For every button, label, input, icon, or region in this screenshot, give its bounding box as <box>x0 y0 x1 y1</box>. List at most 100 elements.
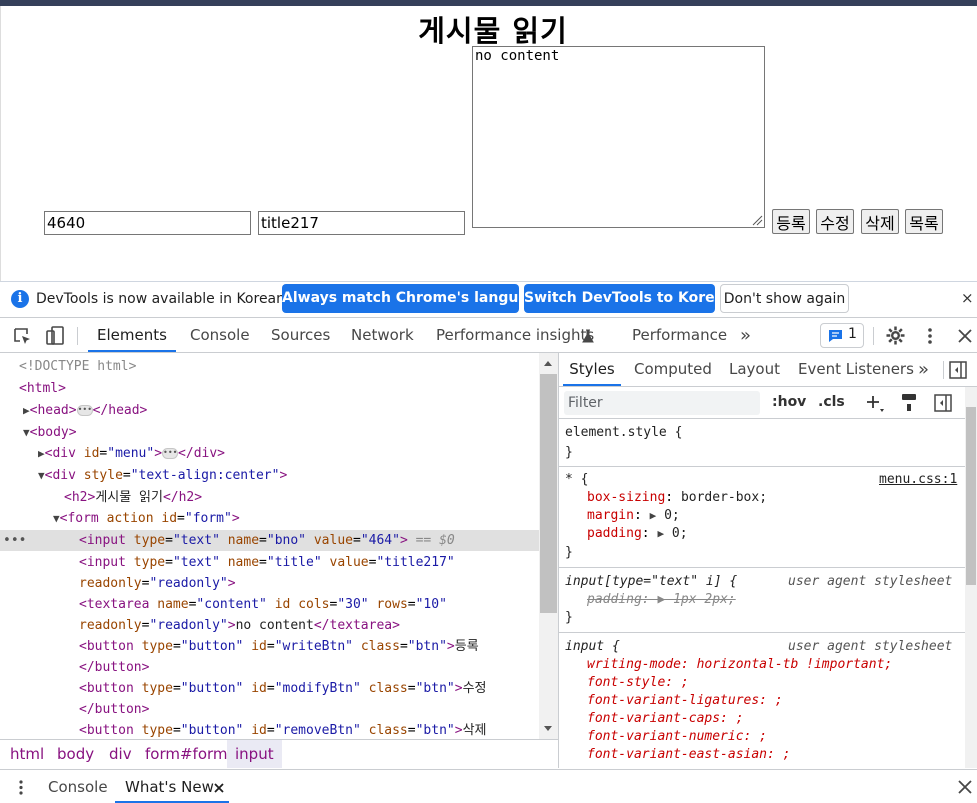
devtools-toolbar: Elements Console Sources Network Perform… <box>0 319 977 353</box>
toolbar-separator <box>943 361 944 379</box>
gear-icon[interactable] <box>886 326 905 345</box>
always-match-language-button[interactable]: Always match Chrome's language <box>282 284 547 313</box>
tree-line-write-btn-close[interactable]: </button> <box>79 657 149 678</box>
tree-line-body[interactable]: ▼<body> <box>23 422 77 443</box>
new-style-rule-icon[interactable] <box>865 394 885 414</box>
more-tabs-icon[interactable]: » <box>740 319 751 352</box>
tab-styles[interactable]: Styles <box>563 353 621 386</box>
issues-count: 1 <box>848 326 857 342</box>
styles-rules[interactable]: element.style { } * { menu.css:1 box-siz… <box>559 419 965 768</box>
write-button[interactable]: 등록 <box>772 209 810 234</box>
infobar-message: DevTools is now available in Korean! <box>36 291 291 307</box>
elements-breadcrumbs: html body div form#form input <box>0 739 558 768</box>
issues-icon <box>829 330 842 342</box>
collapse-triangle-icon[interactable]: ▼ <box>23 426 30 439</box>
list-button[interactable]: 목록 <box>905 209 943 234</box>
styles-filter-input[interactable]: Filter <box>564 391 760 415</box>
tab-computed[interactable]: Computed <box>634 353 712 386</box>
stylesheet-link[interactable]: menu.css:1 <box>879 471 957 489</box>
scroll-up-icon[interactable] <box>543 360 553 367</box>
tab-console[interactable]: Console <box>190 319 250 352</box>
toolbar-separator <box>873 327 874 345</box>
breadcrumb-div[interactable]: div <box>109 740 132 768</box>
tree-line-head[interactable]: ▶<head>•••</head> <box>23 400 147 421</box>
breadcrumb-input[interactable]: input <box>227 740 282 768</box>
hover-state-toggle[interactable]: :hov <box>772 394 806 410</box>
tree-line-remove-btn[interactable]: <button type="button" id="removeBtn" cla… <box>79 720 486 741</box>
element-style-rule[interactable]: element.style { } <box>559 419 965 467</box>
tree-line-textarea[interactable]: <textarea name="content" id cols="30" ro… <box>79 594 447 615</box>
device-toolbar-icon[interactable] <box>46 326 65 346</box>
elements-scrollbar-thumb[interactable] <box>540 374 557 613</box>
breadcrumb-body[interactable]: body <box>57 740 94 768</box>
tree-line-h2[interactable]: <h2>게시물 읽기</h2> <box>64 487 202 508</box>
inspect-element-icon[interactable] <box>13 327 32 346</box>
collapsed-ellipsis-icon[interactable]: ••• <box>76 405 93 416</box>
tree-line-input-title[interactable]: <input type="text" name="title" value="t… <box>79 552 455 573</box>
computed-sidebar-icon[interactable] <box>934 394 952 412</box>
close-drawer-icon[interactable] <box>958 780 972 794</box>
collapsed-ellipsis-icon[interactable]: ••• <box>162 448 179 459</box>
tab-performance[interactable]: Performance <box>632 319 727 352</box>
class-toggle[interactable]: .cls <box>818 394 845 410</box>
tree-line-html[interactable]: <html> <box>19 378 66 399</box>
breadcrumb-html[interactable]: html <box>10 740 44 768</box>
bno-input[interactable] <box>44 211 251 235</box>
tree-line-write-btn[interactable]: <button type="button" id="writeBtn" clas… <box>79 636 479 657</box>
close-tab-icon[interactable] <box>214 783 224 793</box>
dont-show-again-button[interactable]: Don't show again <box>720 284 849 313</box>
content-textarea[interactable]: no content <box>472 46 765 228</box>
expand-triangle-icon[interactable]: ▶ <box>23 404 30 417</box>
breadcrumb-form[interactable]: form#form <box>145 740 228 768</box>
tree-line-div-menu[interactable]: ▶<div id="menu">•••</div> <box>38 443 225 464</box>
collapse-triangle-icon[interactable]: ▼ <box>38 469 45 482</box>
window-top-strip <box>0 0 977 6</box>
close-devtools-icon[interactable] <box>958 329 972 343</box>
tree-line-form[interactable]: ▼<form action id="form"> <box>53 508 240 529</box>
tab-elements[interactable]: Elements <box>88 319 176 352</box>
drawer-tab-console[interactable]: Console <box>48 770 108 803</box>
tree-line-input-title-cont[interactable]: readonly="readonly"> <box>79 573 236 594</box>
page-title: 게시물 읽기 <box>418 14 568 48</box>
tab-network[interactable]: Network <box>351 319 414 352</box>
collapse-triangle-icon[interactable]: ▼ <box>53 512 60 525</box>
styles-scrollbar-thumb[interactable] <box>966 407 976 585</box>
language-infobar: i DevTools is now available in Korean! A… <box>0 282 977 318</box>
drawer-menu-icon[interactable] <box>18 779 24 796</box>
title-input[interactable] <box>258 211 465 235</box>
scroll-down-icon[interactable] <box>543 725 553 732</box>
styles-tabbar: Styles Computed Layout Event Listeners » <box>559 353 977 387</box>
remove-button[interactable]: 삭제 <box>861 209 899 234</box>
devtools-drawer: Console What's New <box>0 769 977 803</box>
infobar-close-icon[interactable]: × <box>961 289 974 307</box>
paint-roller-icon[interactable] <box>901 393 917 412</box>
star-rule[interactable]: * { menu.css:1 box-sizing: border-box; m… <box>559 467 965 568</box>
switch-to-korean-button[interactable]: Switch DevTools to Korean <box>524 284 734 313</box>
tree-line-modify-btn-close[interactable]: </button> <box>79 699 149 720</box>
drawer-tab-whats-new[interactable]: What's New <box>115 770 229 803</box>
issues-button[interactable]: 1 <box>820 323 864 348</box>
info-icon: i <box>11 290 29 308</box>
tree-line-modify-btn[interactable]: <button type="button" id="modifyBtn" cla… <box>79 678 486 699</box>
input-ua-rule[interactable]: input { user agent stylesheet writing-mo… <box>559 633 965 768</box>
textarea-resize-grip[interactable] <box>752 215 763 226</box>
node-actions-icon[interactable]: ••• <box>3 530 26 551</box>
more-options-icon[interactable] <box>926 327 934 345</box>
tab-layout[interactable]: Layout <box>729 353 780 386</box>
tree-line-input-bno[interactable]: ••• <input type="text" name="bno" value=… <box>0 530 539 551</box>
devtools-panel: i DevTools is now available in Korean! A… <box>0 281 977 803</box>
tree-line-div-center[interactable]: ▼<div style="text-align:center"> <box>38 465 287 486</box>
toggle-sidebar-icon[interactable] <box>949 361 967 379</box>
tab-performance-insights[interactable]: Performance insights <box>436 319 594 352</box>
elements-tree[interactable]: <!DOCTYPE html> <html> ▶<head>•••</head>… <box>0 353 558 767</box>
toolbar-separator <box>77 327 78 345</box>
tree-line-doctype[interactable]: <!DOCTYPE html> <box>19 356 136 377</box>
tree-line-textarea-cont[interactable]: readonly="readonly">no content</textarea… <box>79 615 400 636</box>
expand-triangle-icon[interactable]: ▶ <box>38 447 45 460</box>
input-text-ua-rule[interactable]: input[type="text" i] { user agent styles… <box>559 568 965 633</box>
tab-event-listeners[interactable]: Event Listeners <box>798 353 914 386</box>
modify-button[interactable]: 수정 <box>816 209 854 234</box>
styles-filter-bar: Filter :hov .cls <box>559 387 977 419</box>
more-styles-tabs-icon[interactable]: » <box>918 353 929 386</box>
tab-sources[interactable]: Sources <box>271 319 330 352</box>
